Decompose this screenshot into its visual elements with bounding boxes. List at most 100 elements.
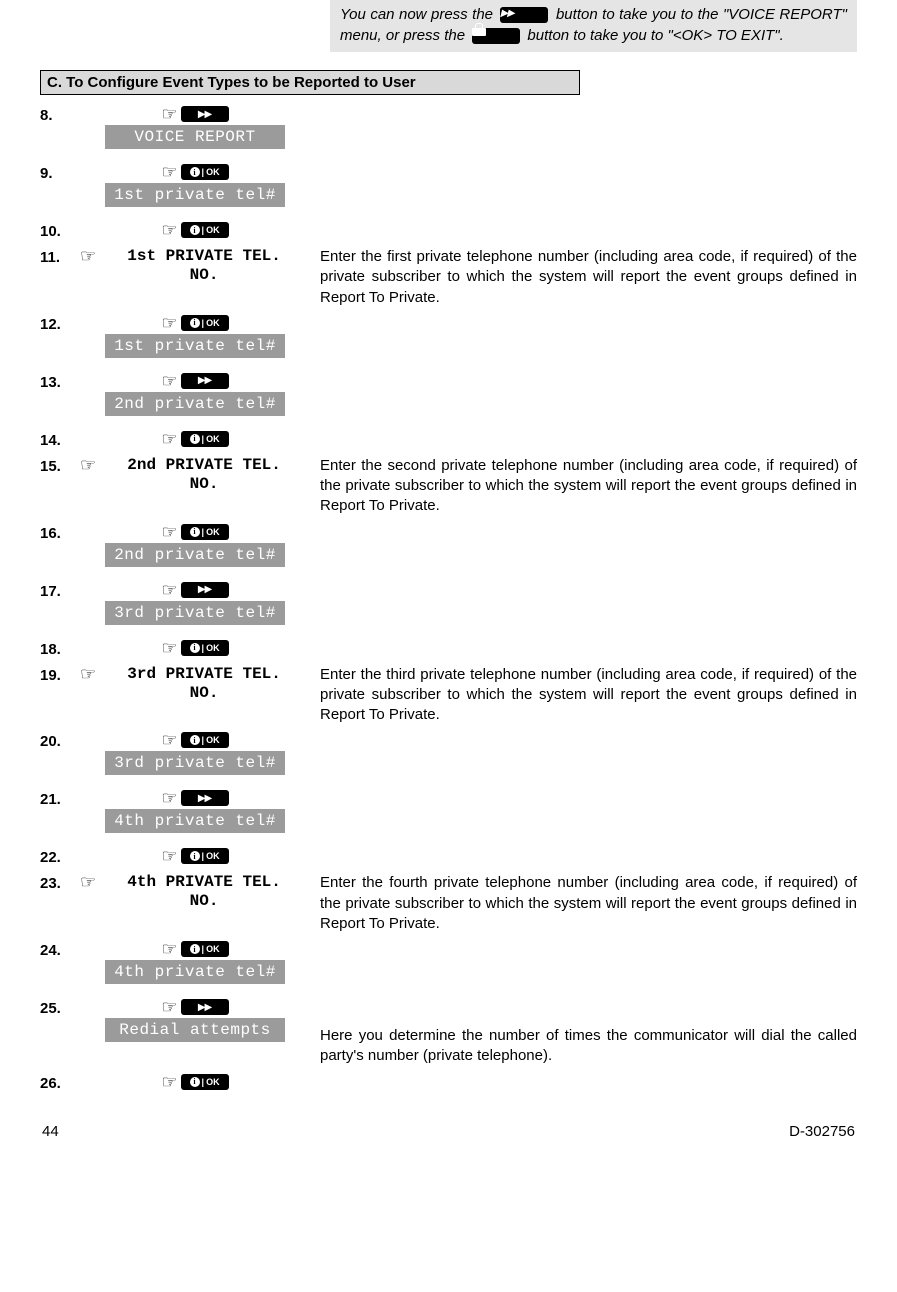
step-row: 26. ☞ i|OK: [40, 1073, 857, 1093]
step-number: 25.: [40, 998, 80, 1017]
ok-button-icon: i|OK: [181, 732, 229, 748]
next-button-icon: ▶▶: [181, 999, 229, 1015]
step-row: 17. ☞ ▶▶ 3rd private tel#: [40, 581, 857, 633]
prompt-line-2: NO.: [98, 266, 310, 285]
step-number: 8.: [40, 105, 80, 124]
step-row: 8. ☞ ▶▶ VOICE REPORT: [40, 105, 857, 157]
lcd-display: VOICE REPORT: [105, 125, 285, 149]
ok-button-icon: i|OK: [181, 848, 229, 864]
step-number: 12.: [40, 314, 80, 333]
prompt-line-1: 4th PRIVATE TEL.: [98, 873, 310, 892]
step-number: 18.: [40, 639, 80, 658]
lcd-display: Redial attempts: [105, 1018, 285, 1042]
page-number: 44: [42, 1123, 59, 1140]
hand-point-icon: ☞: [161, 789, 177, 807]
step-number: 15.: [40, 456, 80, 475]
step-number: 26.: [40, 1073, 80, 1092]
hand-point-icon: ☞: [80, 665, 96, 683]
lcd-display: 1st private tel#: [105, 183, 285, 207]
step-row: 24. ☞ i|OK 4th private tel#: [40, 940, 857, 992]
ok-button-icon: i|OK: [181, 1074, 229, 1090]
step-number: 9.: [40, 163, 80, 182]
prompt-line-2: NO.: [98, 684, 310, 703]
step-row: 23. ☞ 4th PRIVATE TEL. NO. Enter the fou…: [40, 873, 857, 934]
step-number: 10.: [40, 221, 80, 240]
lcd-display: 2nd private tel#: [105, 543, 285, 567]
ok-button-icon: i|OK: [181, 431, 229, 447]
hand-point-icon: ☞: [80, 247, 96, 265]
prompt-line-1: 1st PRIVATE TEL.: [98, 247, 310, 266]
step-number: 16.: [40, 523, 80, 542]
note-text-1: You can now press the: [340, 6, 497, 23]
section-header: C. To Configure Event Types to be Report…: [40, 70, 580, 95]
step-description: Enter the second private telephone numbe…: [310, 456, 857, 517]
note-text-4: button to take you to "<OK> TO EXIT".: [527, 27, 783, 44]
note-banner: You can now press the ▶▶ button to take …: [330, 0, 857, 52]
step-number: 14.: [40, 430, 80, 449]
step-row: 25. ☞ ▶▶ Redial attempts Here you determ…: [40, 998, 857, 1067]
step-description: Enter the fourth private telephone numbe…: [310, 873, 857, 934]
lcd-display: 3rd private tel#: [105, 751, 285, 775]
page-footer: 44 D-302756: [40, 1123, 857, 1140]
hand-point-icon: ☞: [161, 940, 177, 958]
lcd-display: 4th private tel#: [105, 960, 285, 984]
note-text-3: , or press the: [378, 27, 470, 44]
hand-point-icon: ☞: [161, 847, 177, 865]
step-row: 22. ☞ i|OK: [40, 847, 857, 867]
step-number: 22.: [40, 847, 80, 866]
hand-point-icon: ☞: [161, 998, 177, 1016]
step-row: 11. ☞ 1st PRIVATE TEL. NO. Enter the fir…: [40, 247, 857, 308]
step-description: Here you determine the number of times t…: [310, 998, 857, 1067]
prompt-line-1: 3rd PRIVATE TEL.: [98, 665, 310, 684]
ok-button-icon: i|OK: [181, 640, 229, 656]
hand-point-icon: ☞: [80, 873, 96, 891]
step-number: 20.: [40, 731, 80, 750]
step-number: 24.: [40, 940, 80, 959]
hand-point-icon: ☞: [161, 639, 177, 657]
step-row: 10. ☞ i|OK: [40, 221, 857, 241]
next-button-icon: ▶▶: [181, 790, 229, 806]
hand-point-icon: ☞: [161, 372, 177, 390]
hand-point-icon: ☞: [80, 456, 96, 474]
prompt-line-1: 2nd PRIVATE TEL.: [98, 456, 310, 475]
lcd-display: 4th private tel#: [105, 809, 285, 833]
step-row: 12. ☞ i|OK 1st private tel#: [40, 314, 857, 366]
ok-button-icon: i|OK: [181, 164, 229, 180]
step-row: 9. ☞ i|OK 1st private tel#: [40, 163, 857, 215]
step-number: 17.: [40, 581, 80, 600]
step-row: 18. ☞ i|OK: [40, 639, 857, 659]
hand-point-icon: ☞: [161, 581, 177, 599]
hand-point-icon: ☞: [161, 523, 177, 541]
ok-button-icon: i|OK: [181, 222, 229, 238]
document-id: D-302756: [789, 1123, 855, 1140]
step-description: Enter the third private telephone number…: [310, 665, 857, 726]
step-description: Enter the first private telephone number…: [310, 247, 857, 308]
lcd-display: 1st private tel#: [105, 334, 285, 358]
step-row: 16. ☞ i|OK 2nd private tel#: [40, 523, 857, 575]
step-number: 21.: [40, 789, 80, 808]
ok-button-icon: i|OK: [181, 941, 229, 957]
step-row: 20. ☞ i|OK 3rd private tel#: [40, 731, 857, 783]
lcd-display: 2nd private tel#: [105, 392, 285, 416]
lcd-display: 3rd private tel#: [105, 601, 285, 625]
step-number: 13.: [40, 372, 80, 391]
step-row: 21. ☞ ▶▶ 4th private tel#: [40, 789, 857, 841]
step-number: 19.: [40, 665, 80, 684]
next-button-icon: ▶▶: [181, 582, 229, 598]
step-row: 14. ☞ i|OK: [40, 430, 857, 450]
prompt-line-2: NO.: [98, 475, 310, 494]
hand-point-icon: ☞: [161, 430, 177, 448]
hand-point-icon: ☞: [161, 314, 177, 332]
hand-point-icon: ☞: [161, 731, 177, 749]
next-button-icon: ▶▶: [500, 7, 548, 23]
next-button-icon: ▶▶: [181, 106, 229, 122]
home-button-icon: [472, 28, 520, 44]
hand-point-icon: ☞: [161, 221, 177, 239]
step-row: 15. ☞ 2nd PRIVATE TEL. NO. Enter the sec…: [40, 456, 857, 517]
hand-point-icon: ☞: [161, 1073, 177, 1091]
step-row: 19. ☞ 3rd PRIVATE TEL. NO. Enter the thi…: [40, 665, 857, 726]
step-number: 11.: [40, 247, 80, 266]
step-row: 13. ☞ ▶▶ 2nd private tel#: [40, 372, 857, 424]
hand-point-icon: ☞: [161, 105, 177, 123]
hand-point-icon: ☞: [161, 163, 177, 181]
